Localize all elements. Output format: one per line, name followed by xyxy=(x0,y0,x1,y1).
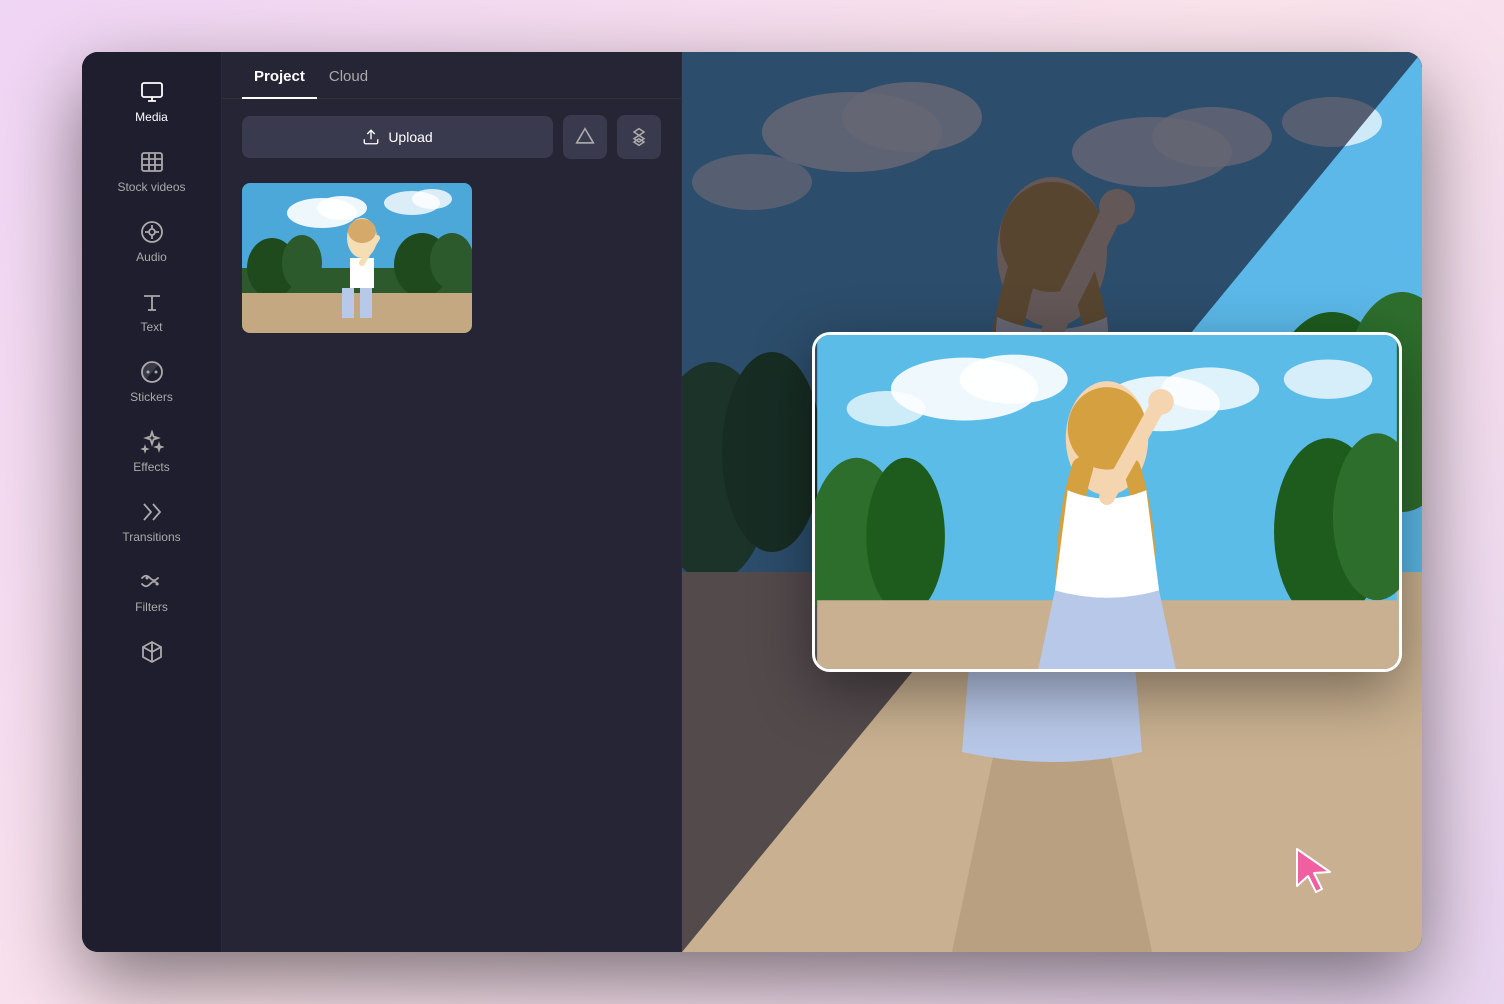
upload-button[interactable]: Upload xyxy=(242,116,553,158)
sidebar-item-text[interactable]: Text xyxy=(92,278,212,344)
sidebar-item-media-label: Media xyxy=(135,110,168,124)
upload-icon xyxy=(362,128,380,146)
tab-project[interactable]: Project xyxy=(242,52,317,99)
thumbnail-image xyxy=(242,183,472,333)
cursor-arrow xyxy=(1292,844,1342,894)
tab-cloud[interactable]: Cloud xyxy=(317,52,380,99)
media-panel: Project Cloud Upload xyxy=(222,52,682,952)
google-drive-icon xyxy=(575,127,595,147)
dropbox-button[interactable] xyxy=(617,115,661,159)
sidebar-item-filters-label: Filters xyxy=(135,600,168,614)
elements-3d-icon xyxy=(138,638,166,666)
stock-videos-icon xyxy=(138,148,166,176)
sidebar-item-stickers-label: Stickers xyxy=(130,390,173,404)
audio-icon xyxy=(138,218,166,246)
sidebar-item-audio[interactable]: Audio xyxy=(92,208,212,274)
stickers-icon xyxy=(138,358,166,386)
filters-icon xyxy=(138,568,166,596)
upload-button-label: Upload xyxy=(388,129,432,145)
media-icon xyxy=(138,78,166,106)
google-drive-button[interactable] xyxy=(563,115,607,159)
sidebar-item-filters[interactable]: Filters xyxy=(92,558,212,624)
preview-card-image xyxy=(815,335,1399,669)
sidebar-item-transitions[interactable]: Transitions xyxy=(92,488,212,554)
sidebar: Media Stock videos Audio Text xyxy=(82,52,222,952)
dropbox-icon xyxy=(629,127,649,147)
sidebar-item-effects[interactable]: Effects xyxy=(92,418,212,484)
preview-area xyxy=(682,52,1422,952)
sidebar-item-audio-label: Audio xyxy=(136,250,167,264)
effects-icon xyxy=(138,428,166,456)
app-window: Media Stock videos Audio Text xyxy=(82,52,1422,952)
sidebar-item-media[interactable]: Media xyxy=(92,68,212,134)
media-tabs: Project Cloud xyxy=(222,52,681,99)
sidebar-item-text-label: Text xyxy=(140,320,162,334)
sidebar-item-stock-videos-label: Stock videos xyxy=(117,180,185,194)
sidebar-item-stock-videos[interactable]: Stock videos xyxy=(92,138,212,204)
sidebar-item-3d[interactable] xyxy=(92,628,212,680)
text-icon xyxy=(138,288,166,316)
sidebar-item-stickers[interactable]: Stickers xyxy=(92,348,212,414)
sidebar-item-effects-label: Effects xyxy=(133,460,169,474)
sidebar-item-transitions-label: Transitions xyxy=(122,530,180,544)
transitions-icon xyxy=(138,498,166,526)
cursor-icon xyxy=(1292,844,1342,894)
media-thumbnail-1[interactable] xyxy=(242,183,472,333)
media-actions: Upload xyxy=(222,99,681,175)
media-grid xyxy=(222,175,681,341)
preview-card[interactable] xyxy=(812,332,1402,672)
